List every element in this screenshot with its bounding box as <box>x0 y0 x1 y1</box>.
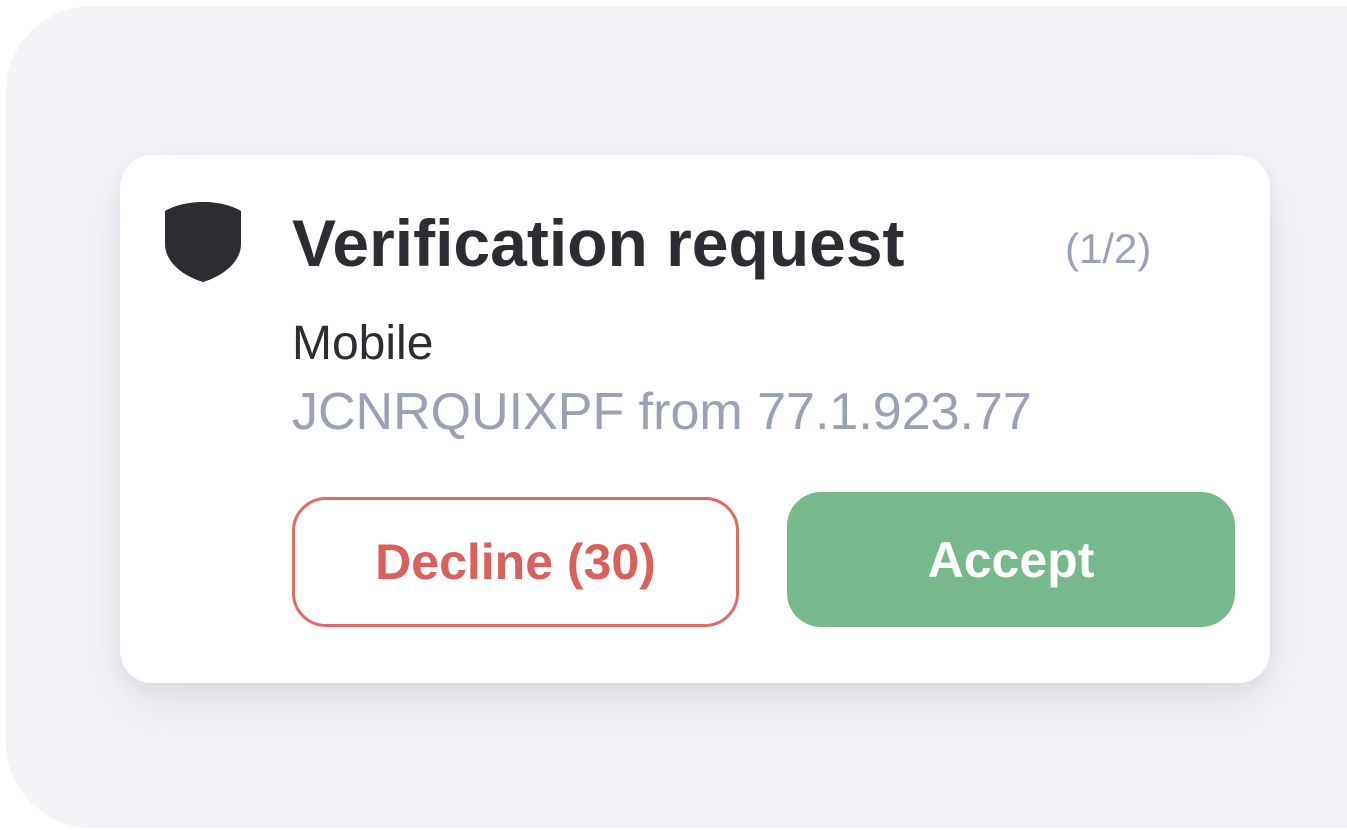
request-origin: JCNRQUIXPF from 77.1.923.77 <box>292 383 1032 441</box>
shield-icon <box>165 202 241 282</box>
request-counter: (1/2) <box>1065 225 1152 272</box>
accept-button[interactable]: Accept <box>787 492 1235 627</box>
device-type: Mobile <box>292 317 434 370</box>
notification-title: Verification request <box>292 206 905 280</box>
verification-request-card: Verification request (1/2) Mobile JCNRQU… <box>120 155 1270 683</box>
decline-button[interactable]: Decline (30) <box>292 497 739 627</box>
